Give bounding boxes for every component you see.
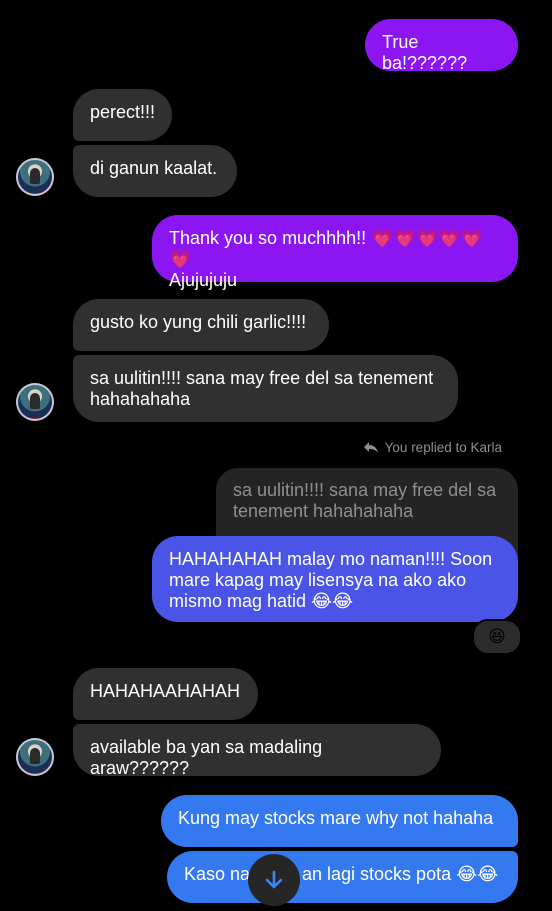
contact-avatar[interactable] bbox=[16, 158, 54, 196]
avatar-figure bbox=[30, 168, 40, 184]
message-text-left: Kaso na bbox=[184, 864, 251, 884]
message-text-line: Ajujujuju bbox=[169, 270, 238, 290]
avatar-figure bbox=[30, 393, 40, 409]
contact-avatar[interactable] bbox=[16, 383, 54, 421]
message-text: Kung may stocks mare why not hahaha bbox=[178, 808, 494, 828]
message-text-right: an lagi stocks pota 😂😂 bbox=[302, 864, 499, 884]
contact-avatar[interactable] bbox=[16, 738, 54, 776]
incoming-message[interactable]: HAHAHAAHAHAH bbox=[73, 668, 258, 720]
message-text: perect!!! bbox=[90, 102, 156, 122]
incoming-message[interactable]: sa uulitin!!!! sana may free del sa tene… bbox=[73, 355, 458, 422]
outgoing-message[interactable]: Thank you so muchhhh!! 💗💗💗💗💗💗 Ajujujuju bbox=[152, 215, 518, 290]
scroll-to-bottom-button[interactable] bbox=[248, 854, 300, 906]
incoming-message[interactable]: available ba yan sa madaling araw?????? bbox=[73, 724, 441, 778]
incoming-message[interactable]: gusto ko yung chili garlic!!!! bbox=[73, 299, 329, 351]
message-reaction[interactable]: 😆 bbox=[472, 619, 522, 655]
incoming-message[interactable]: di ganun kaalat. bbox=[73, 145, 237, 197]
message-text: gusto ko yung chili garlic!!!! bbox=[90, 312, 307, 332]
outgoing-message[interactable]: True ba!?????? bbox=[365, 19, 518, 73]
message-text: sa uulitin!!!! sana may free del sa tene… bbox=[90, 368, 434, 409]
laughing-emoji-icon: 😆 bbox=[488, 627, 506, 646]
incoming-message[interactable]: perect!!! bbox=[73, 89, 172, 141]
message-text: available ba yan sa madaling araw?????? bbox=[90, 737, 323, 778]
message-text: HAHAHAAHAHAH bbox=[90, 681, 241, 701]
outgoing-message[interactable]: Kung may stocks mare why not hahaha bbox=[161, 795, 518, 847]
avatar-figure bbox=[30, 748, 40, 764]
reply-arrow-icon bbox=[363, 442, 378, 453]
message-text: True ba!?????? bbox=[382, 32, 468, 73]
message-text-line: Thank you so muchhhh!! 💗💗💗💗💗💗 bbox=[169, 228, 484, 269]
message-text: di ganun kaalat. bbox=[90, 158, 218, 178]
reply-indicator: You replied to Karla bbox=[363, 439, 502, 455]
arrow-down-icon bbox=[265, 870, 283, 889]
outgoing-message[interactable]: HAHAHAHAH malay mo naman!!!! Soon mare k… bbox=[152, 536, 518, 622]
outgoing-message[interactable]: Kaso na an lagi stocks pota 😂😂 bbox=[167, 851, 518, 903]
reply-label: You replied to Karla bbox=[384, 439, 502, 455]
message-text: HAHAHAHAH malay mo naman!!!! Soon mare k… bbox=[169, 549, 493, 611]
quoted-text: sa uulitin!!!! sana may free del sa tene… bbox=[233, 480, 497, 521]
